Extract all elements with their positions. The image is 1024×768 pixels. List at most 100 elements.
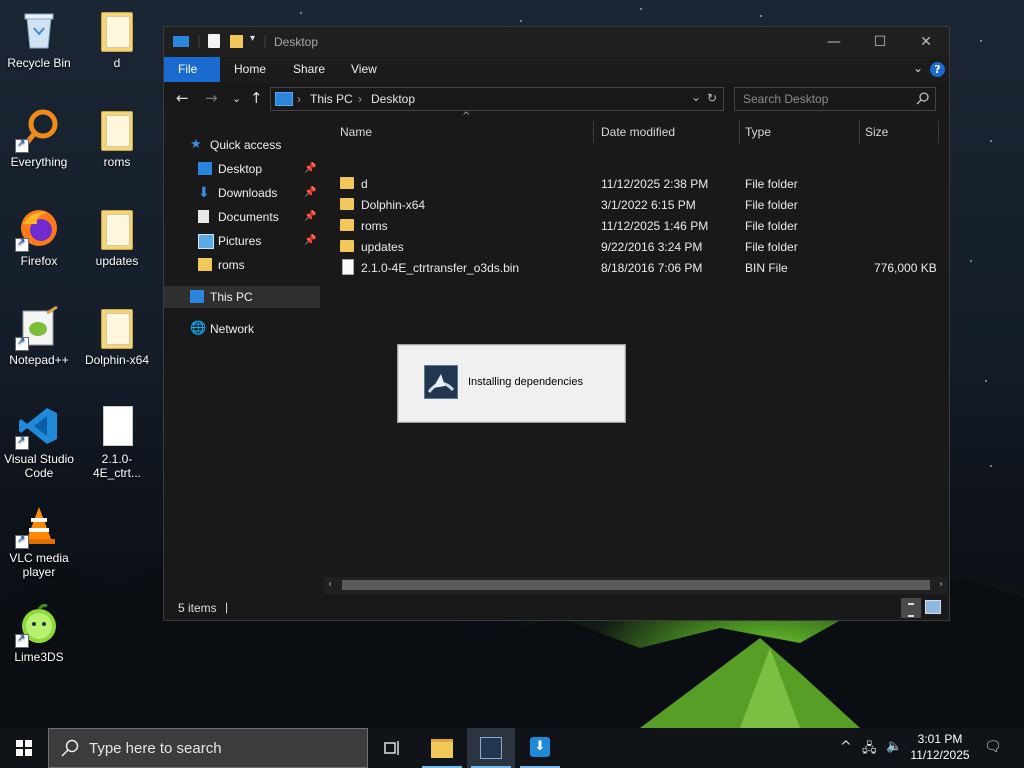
new-folder-icon[interactable]	[230, 35, 243, 48]
network-status-icon[interactable]: 🖧	[862, 739, 877, 761]
recycle-bin-icon	[17, 8, 61, 52]
address-bar[interactable]: › This PC › Desktop ⌄ ↻	[270, 87, 724, 111]
this-pc-icon	[190, 290, 204, 303]
folder-icon	[95, 305, 139, 349]
close-button[interactable]: ✕	[903, 29, 949, 55]
desktop-icon-label: VLC media player	[9, 551, 69, 579]
desktop-icon-folder-d[interactable]: d	[79, 4, 155, 70]
tab-file[interactable]: File	[164, 57, 220, 82]
desktop-icon-firefox[interactable]: Firefox	[1, 202, 77, 268]
column-separator[interactable]	[593, 121, 594, 143]
scrollbar-thumb[interactable]	[342, 580, 930, 590]
nav-item-documents[interactable]: Documents 📌	[198, 206, 320, 228]
minimize-button[interactable]: —	[811, 29, 857, 55]
notifications-icon[interactable]: 🗨	[984, 739, 1002, 755]
refresh-icon[interactable]: ↻	[707, 91, 717, 105]
everything-search-icon	[15, 107, 61, 153]
search-icon	[61, 739, 79, 757]
dialog-message: Installing dependencies	[468, 376, 583, 388]
desktop-icon-folder-roms[interactable]: roms	[79, 103, 155, 169]
desktop-icon-label: Everything	[10, 155, 68, 169]
scroll-left-icon[interactable]: ‹	[328, 579, 332, 590]
maximize-button[interactable]: ☐	[857, 29, 903, 55]
file-explorer-window[interactable]: | ▾ | Desktop — ☐ ✕ File Home Share View…	[163, 26, 950, 621]
table-row[interactable]: updates 9/22/2016 3:24 PM File folder	[338, 237, 938, 258]
column-header-size[interactable]: Size	[865, 119, 888, 145]
nav-item-roms[interactable]: roms	[198, 254, 320, 276]
desktop-icon-lime3ds[interactable]: Lime3DS	[1, 598, 77, 664]
help-icon[interactable]: ?	[930, 62, 945, 77]
start-button[interactable]	[0, 728, 48, 768]
visual-studio-code-icon	[15, 404, 61, 450]
tab-share[interactable]: Share	[279, 57, 339, 82]
table-row[interactable]: 2.1.0-4E_ctrtransfer_o3ds.bin 8/18/2016 …	[338, 258, 938, 279]
desktop-icon-label: Visual Studio Code	[4, 452, 74, 480]
desktop-icon-label: Lime3DS	[14, 650, 64, 664]
back-arrow-icon[interactable]: ←	[176, 89, 189, 107]
column-header-type[interactable]: Type	[745, 119, 771, 145]
search-box[interactable]: Search Desktop	[734, 87, 936, 111]
desktop-icon-folder-updates[interactable]: updates	[79, 202, 155, 268]
table-row[interactable]: roms 11/12/2025 1:46 PM File folder	[338, 216, 938, 237]
desktop-icon-vscode[interactable]: Visual Studio Code	[1, 400, 77, 480]
nav-this-pc[interactable]: This PC	[164, 286, 320, 308]
desktop-icon-vlc[interactable]: VLC media player	[1, 499, 77, 579]
task-view-button[interactable]	[368, 728, 416, 768]
column-header-date-modified[interactable]: Date modified	[601, 119, 675, 145]
forward-arrow-icon[interactable]: →	[205, 89, 218, 107]
file-name: roms	[361, 219, 388, 233]
this-pc-icon	[275, 92, 293, 106]
scroll-right-icon[interactable]: ›	[939, 579, 943, 590]
nav-item-desktop[interactable]: Desktop 📌	[198, 158, 320, 180]
expand-ribbon-chevron-icon[interactable]: ⌄	[913, 61, 923, 75]
taskbar-downloader-app[interactable]: ⬇	[516, 728, 564, 768]
tab-view[interactable]: View	[337, 57, 391, 82]
taskbar-search-box[interactable]: Type here to search	[48, 728, 368, 768]
folder-icon	[198, 258, 212, 271]
desktop-icon-recycle-bin[interactable]: Recycle Bin	[1, 4, 77, 70]
file-type: File folder	[745, 177, 798, 191]
desktop-icon-everything[interactable]: Everything	[1, 103, 77, 169]
volume-muted-icon[interactable]: 🔈	[886, 739, 902, 754]
item-count: 5 items	[178, 601, 217, 615]
details-view-button[interactable]	[901, 598, 921, 618]
large-icons-view-icon[interactable]	[925, 600, 941, 614]
taskbar-clock[interactable]: 3:01 PM 11/12/2025	[905, 731, 975, 763]
file-date: 3/1/2022 6:15 PM	[601, 198, 696, 212]
column-header-name[interactable]: Name	[340, 119, 372, 145]
vlc-cone-icon	[15, 503, 61, 549]
nav-item-downloads[interactable]: ⬇ Downloads 📌	[198, 182, 320, 204]
shortcut-arrow-icon	[15, 533, 29, 549]
lime3ds-icon	[15, 602, 61, 648]
properties-icon[interactable]	[208, 34, 220, 48]
nav-item-pictures[interactable]: Pictures 📌	[198, 230, 320, 252]
up-arrow-icon[interactable]: ↑	[250, 89, 263, 107]
recent-locations-chevron-icon[interactable]: ⌄	[232, 92, 241, 105]
desktop-icon-bin-file[interactable]: 2.1.0-4E_ctrt...	[79, 400, 155, 480]
desktop-icon-label: Notepad++	[9, 353, 69, 367]
show-hidden-icons-chevron-icon[interactable]: ^	[840, 739, 852, 755]
breadcrumb-this-pc[interactable]: This PC	[310, 92, 353, 106]
breadcrumb-desktop[interactable]: Desktop	[371, 92, 415, 106]
taskbar-installer-app[interactable]	[467, 728, 515, 768]
nav-network[interactable]: 🌐 Network	[190, 318, 320, 340]
tab-home[interactable]: Home	[220, 57, 280, 82]
column-separator[interactable]	[938, 121, 939, 143]
folder-icon	[340, 219, 354, 231]
column-separator[interactable]	[739, 121, 740, 143]
taskbar-file-explorer[interactable]	[418, 728, 466, 768]
desktop-icon-folder-dolphin[interactable]: Dolphin-x64	[79, 301, 155, 367]
title-bar[interactable]: | ▾ | Desktop — ☐ ✕	[164, 27, 949, 57]
table-row[interactable]: Dolphin-x64 3/1/2022 6:15 PM File folder	[338, 195, 938, 216]
nav-quick-access[interactable]: ★ Quick access	[190, 134, 320, 156]
address-history-chevron-icon[interactable]: ⌄	[691, 90, 701, 104]
table-row[interactable]: d 11/12/2025 2:38 PM File folder	[338, 174, 938, 195]
horizontal-scrollbar[interactable]: ‹ ›	[324, 577, 947, 594]
desktop-icon-notepadpp[interactable]: Notepad++	[1, 301, 77, 367]
desktop-icon-label: roms	[103, 155, 131, 169]
column-separator[interactable]	[859, 121, 860, 143]
shortcut-arrow-icon	[15, 236, 29, 252]
customize-toolbar-chevron-icon[interactable]: ▾	[250, 33, 255, 44]
sort-ascending-icon: ^	[462, 111, 471, 122]
desktop-icon-label: Recycle Bin	[7, 56, 71, 70]
